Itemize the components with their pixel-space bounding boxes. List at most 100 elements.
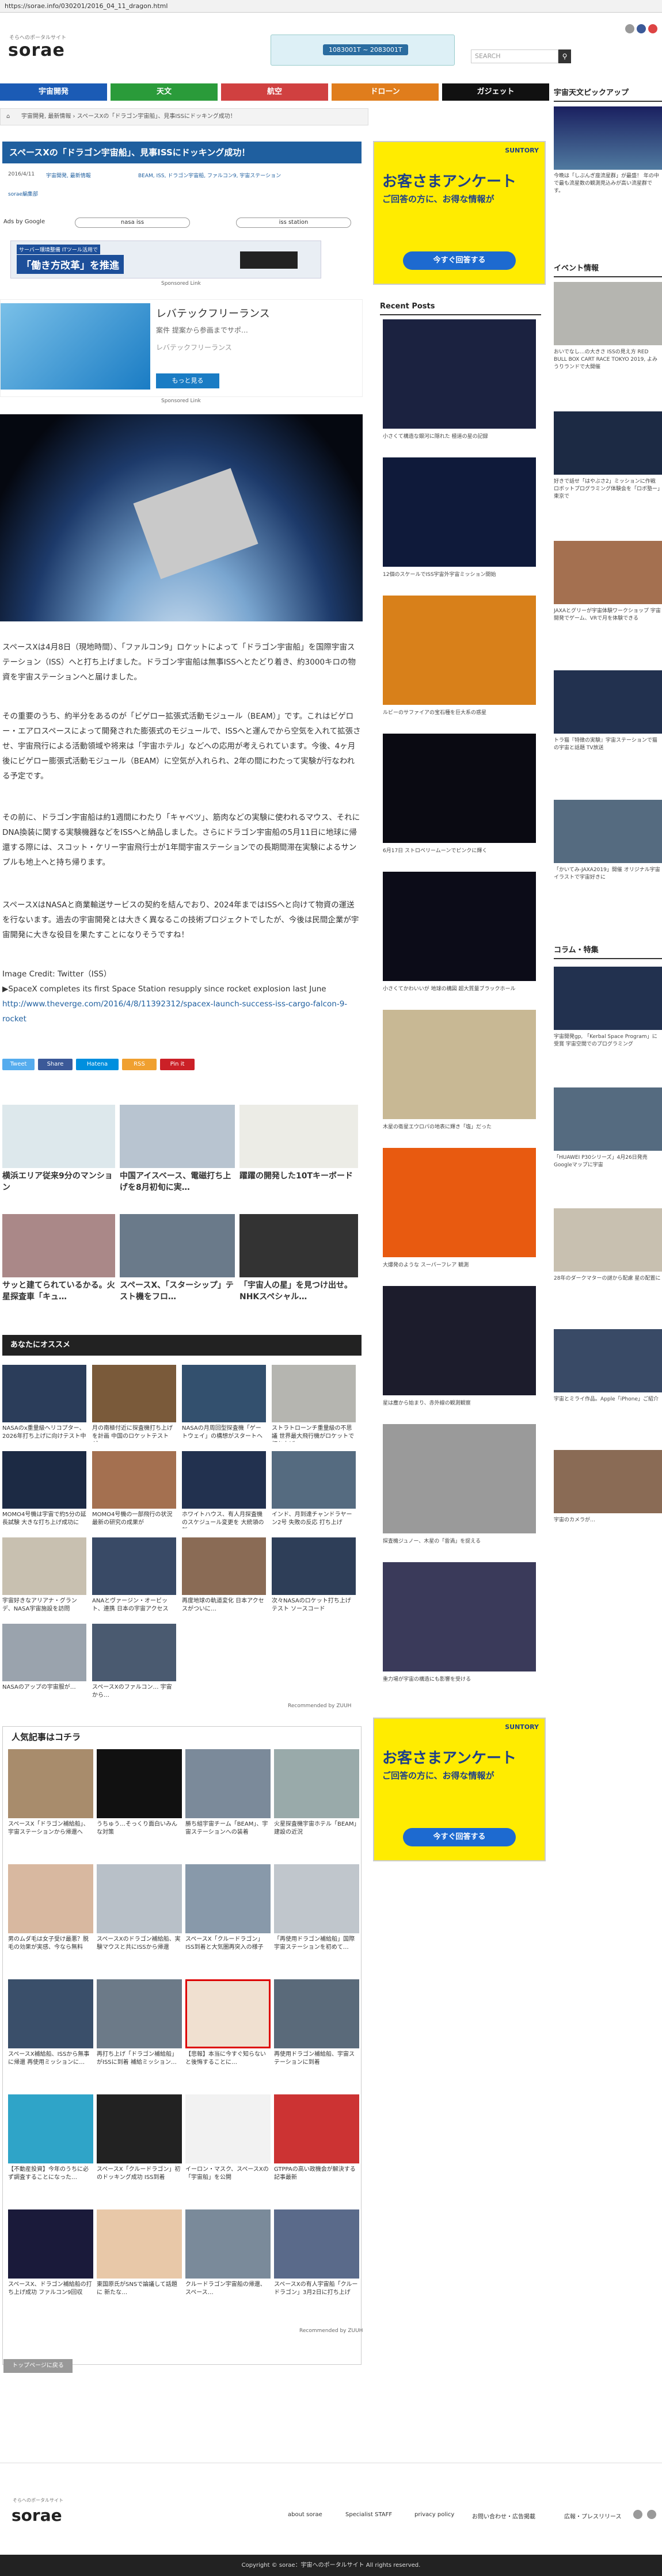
related-image-1[interactable]	[2, 1105, 115, 1168]
footer-logo[interactable]: sorae	[12, 2506, 62, 2525]
suntory-ad-bottom[interactable]: SUNTORY お客さまアンケート ご回答の方に、お得な情報が 今すぐ回答する	[373, 1718, 546, 1861]
recommend-caption[interactable]: NASAのアップの宇宙服が…	[2, 1684, 86, 1701]
recommend-image[interactable]	[182, 1365, 266, 1422]
popular-caption[interactable]: 【悲報】本当に今すぐ知らないと後悔することに…	[185, 2051, 271, 2068]
popular-caption[interactable]: 「再使用ドラゴン補給船」国際宇宙ステーションを初めて…	[274, 1936, 359, 1953]
banner-ad[interactable]: サーバー環境整備 ITツール活用で 「働き方改革」を推進	[10, 241, 321, 278]
rss-button[interactable]: RSS	[122, 1059, 157, 1070]
column-image[interactable]	[554, 1087, 662, 1151]
recent-post-image[interactable]	[383, 1562, 536, 1671]
footer-link-privacy[interactable]: privacy policy	[414, 2512, 454, 2518]
footer-link-about[interactable]: about sorae	[288, 2512, 322, 2518]
recommend-image[interactable]	[92, 1365, 176, 1422]
popular-caption[interactable]: 再打ち上げ「ドラゴン補給船」がISSに到着 補給ミッション…	[97, 2051, 182, 2068]
related-image-2[interactable]	[120, 1105, 235, 1168]
popular-image[interactable]	[97, 1979, 182, 2048]
popular-image[interactable]	[97, 2209, 182, 2279]
popular-caption[interactable]: 【不動産投資】今年のうちに必ず調査することになった…	[8, 2166, 93, 2183]
twitter-icon[interactable]	[625, 24, 634, 33]
recommend-caption[interactable]: インド、月到達チャンドラヤーン2号 失敗の反応 打ち上げ	[272, 1511, 356, 1528]
popular-caption[interactable]: スペースX補給船、ISSから無事に帰還 再使用ミッションに…	[8, 2051, 93, 2068]
popular-image[interactable]	[185, 2094, 271, 2163]
levtech-more-button[interactable]: もっと見る	[156, 373, 219, 388]
popular-image[interactable]	[8, 2209, 93, 2279]
column-caption[interactable]: 宇宙のカメラが…	[554, 1517, 662, 1540]
footer-link-staff[interactable]: Specialist STAFF	[345, 2512, 392, 2518]
search-input[interactable]: SEARCH	[471, 49, 558, 63]
popular-caption[interactable]: 東国原氏がSNSで論議して話題に 新たな…	[97, 2281, 182, 2298]
recommend-caption[interactable]: MOMO4号機は宇宙で約5分の延長試験 大きな打ち上げ成功に	[2, 1511, 86, 1528]
suntory-button-2[interactable]: 今すぐ回答する	[403, 1828, 516, 1846]
article-author[interactable]: sorae編集部	[8, 190, 38, 197]
popular-caption[interactable]: GTPPAの高い政機会が解決する記事最新	[274, 2166, 359, 2183]
popular-image[interactable]	[274, 2094, 359, 2163]
suntory-button[interactable]: 今すぐ回答する	[403, 251, 516, 270]
event-image[interactable]	[554, 411, 662, 475]
recommend-caption[interactable]: NASAの月周回型探査機「ゲートウェイ」の構想がスタートへ	[182, 1425, 266, 1442]
event-caption[interactable]: おいでなし…の大きさ ISSの見え方 RED BULL BOX CART RAC…	[554, 349, 662, 372]
recommend-image[interactable]	[2, 1451, 86, 1509]
source-link[interactable]: http://www.theverge.com/2016/4/8/1139231…	[2, 997, 362, 1026]
column-caption[interactable]: 28年のダークマターの謎から配慮 星の配置に	[554, 1275, 662, 1298]
event-caption[interactable]: JAXAとグリーが宇宙体験ワークショップ 宇宙開発でゲーム、VRで月を体験できる	[554, 608, 662, 631]
recent-post-caption[interactable]: 星は塵から始まり、赤外線の観測観察	[383, 1399, 536, 1406]
site-logo[interactable]: sorae	[8, 40, 65, 60]
recent-post-caption[interactable]: 小さくてかわいいが 地球の構図 超大質量ブラックホール	[383, 984, 536, 992]
popular-caption[interactable]: スペースX「ドラゴン補給船」、宇宙ステーションから帰還へ	[8, 1821, 93, 1838]
recommend-image[interactable]	[2, 1365, 86, 1422]
pickup-image[interactable]	[554, 106, 662, 170]
recommend-image[interactable]	[2, 1624, 86, 1681]
popular-image[interactable]	[274, 1979, 359, 2048]
nav-aviation[interactable]: 航空	[221, 83, 328, 101]
popular-image[interactable]	[274, 2209, 359, 2279]
top-ad-button[interactable]: 1083001T ~ 2083001T	[323, 44, 408, 55]
pinterest-button[interactable]: Pin it	[160, 1059, 195, 1070]
related-caption-2[interactable]: 中国アイスベース、電磁打ち上げを8月初旬に実…	[120, 1170, 235, 1193]
column-caption[interactable]: 宇宙開発gp, 「Kerbal Space Program」に受賞 宇宙空間での…	[554, 1033, 662, 1056]
nav-gadget[interactable]: ガジェット	[442, 83, 549, 101]
recommend-image[interactable]	[92, 1624, 176, 1681]
recommend-caption[interactable]: スペースXのファルコン… 宇宙から…	[92, 1684, 176, 1701]
event-caption[interactable]: 「かいてみ-JAXA2019」開催 オリジナル宇宙イラストで宇宙好きに	[554, 867, 662, 890]
recommend-caption[interactable]: ホワイトハウス、有人月探査機のスケジュール変更を 大統領の新…	[182, 1511, 266, 1528]
levtech-ad[interactable]: レバテックフリーランス 案件 提案から参画までサポ… レバテックフリーランス も…	[0, 299, 363, 397]
recommend-image[interactable]	[2, 1537, 86, 1595]
related-image-6[interactable]	[239, 1214, 358, 1277]
popular-caption[interactable]: クルードラゴン宇宙船の帰還、スペース…	[185, 2281, 271, 2298]
related-caption-6[interactable]: 「宇宙人の星」を見つけ出せ。NHKスペシャル…	[239, 1280, 358, 1303]
top-banner-ad[interactable]: 1083001T ~ 2083001T	[271, 35, 455, 66]
pickup-caption[interactable]: 今晩は「しぶんぎ座流星群」が最盛！ 年の中で最も流星数の観測見込みが高い流星群で…	[554, 173, 662, 196]
footer-link-press[interactable]: 広報・プレスリリース	[564, 2512, 622, 2520]
hatena-button[interactable]: Hatena	[76, 1059, 119, 1070]
recommend-image[interactable]	[92, 1537, 176, 1595]
facebook-icon[interactable]	[637, 24, 646, 33]
recent-post-image[interactable]	[383, 1424, 536, 1533]
ad-pill-nasa-iss[interactable]: nasa iss	[75, 217, 190, 228]
recent-post-image[interactable]	[383, 872, 536, 981]
ad-pill-iss-station[interactable]: iss station	[236, 217, 351, 228]
footer-twitter-icon[interactable]	[633, 2510, 642, 2519]
popular-image[interactable]	[8, 2094, 93, 2163]
tweet-button[interactable]: Tweet	[2, 1059, 35, 1070]
recent-post-caption[interactable]: 6月17日 ストロベリームーンでピンクに輝く	[383, 846, 536, 854]
recommend-caption[interactable]: ストラトローンチ重量級の不思議 世界最大飛行機がロケットで打ち上げ…	[272, 1425, 356, 1442]
related-caption-1[interactable]: 横浜エリア従来9分のマンション	[2, 1170, 115, 1193]
popular-image[interactable]	[185, 2209, 271, 2279]
recommend-caption[interactable]: 再度地球の軌道変化 日本アクセスがついに…	[182, 1597, 266, 1615]
popular-caption[interactable]: 男のムダ毛は女子受け最悪？脱毛の効果が実感、今なら無料	[8, 1936, 93, 1953]
popular-image[interactable]	[97, 2094, 182, 2163]
related-caption-5[interactable]: スペースX、「スターシップ」テスト機をフロ…	[120, 1280, 235, 1303]
popular-image[interactable]	[185, 1864, 271, 1933]
column-caption[interactable]: 宇宙とミライ作品。Apple「iPhone」ご紹介	[554, 1396, 662, 1419]
event-caption[interactable]: 好きで話せ「はやぶさ2」ミッションに作戦 ロボットプログラミング体験会を「ロボ塾…	[554, 478, 662, 501]
recommend-image[interactable]	[272, 1537, 356, 1595]
popular-caption[interactable]: 勝ち組宇宙チーム「BEAM」、宇宙ステーションへの装着	[185, 1821, 271, 1838]
column-image[interactable]	[554, 967, 662, 1030]
recommend-caption[interactable]: 宇宙好きなアリアナ・グランデ、NASA宇宙施設を訪問	[2, 1597, 86, 1615]
recent-post-image[interactable]	[383, 457, 536, 567]
recent-post-caption[interactable]: 大爆発のような スーパーフレア 観測	[383, 1261, 536, 1268]
event-image[interactable]	[554, 670, 662, 734]
column-caption[interactable]: 「HUAWEI P30シリーズ」4月26日発売 Googleマップに宇宙	[554, 1154, 662, 1177]
column-image[interactable]	[554, 1450, 662, 1513]
facebook-share-button[interactable]: Share	[38, 1059, 73, 1070]
